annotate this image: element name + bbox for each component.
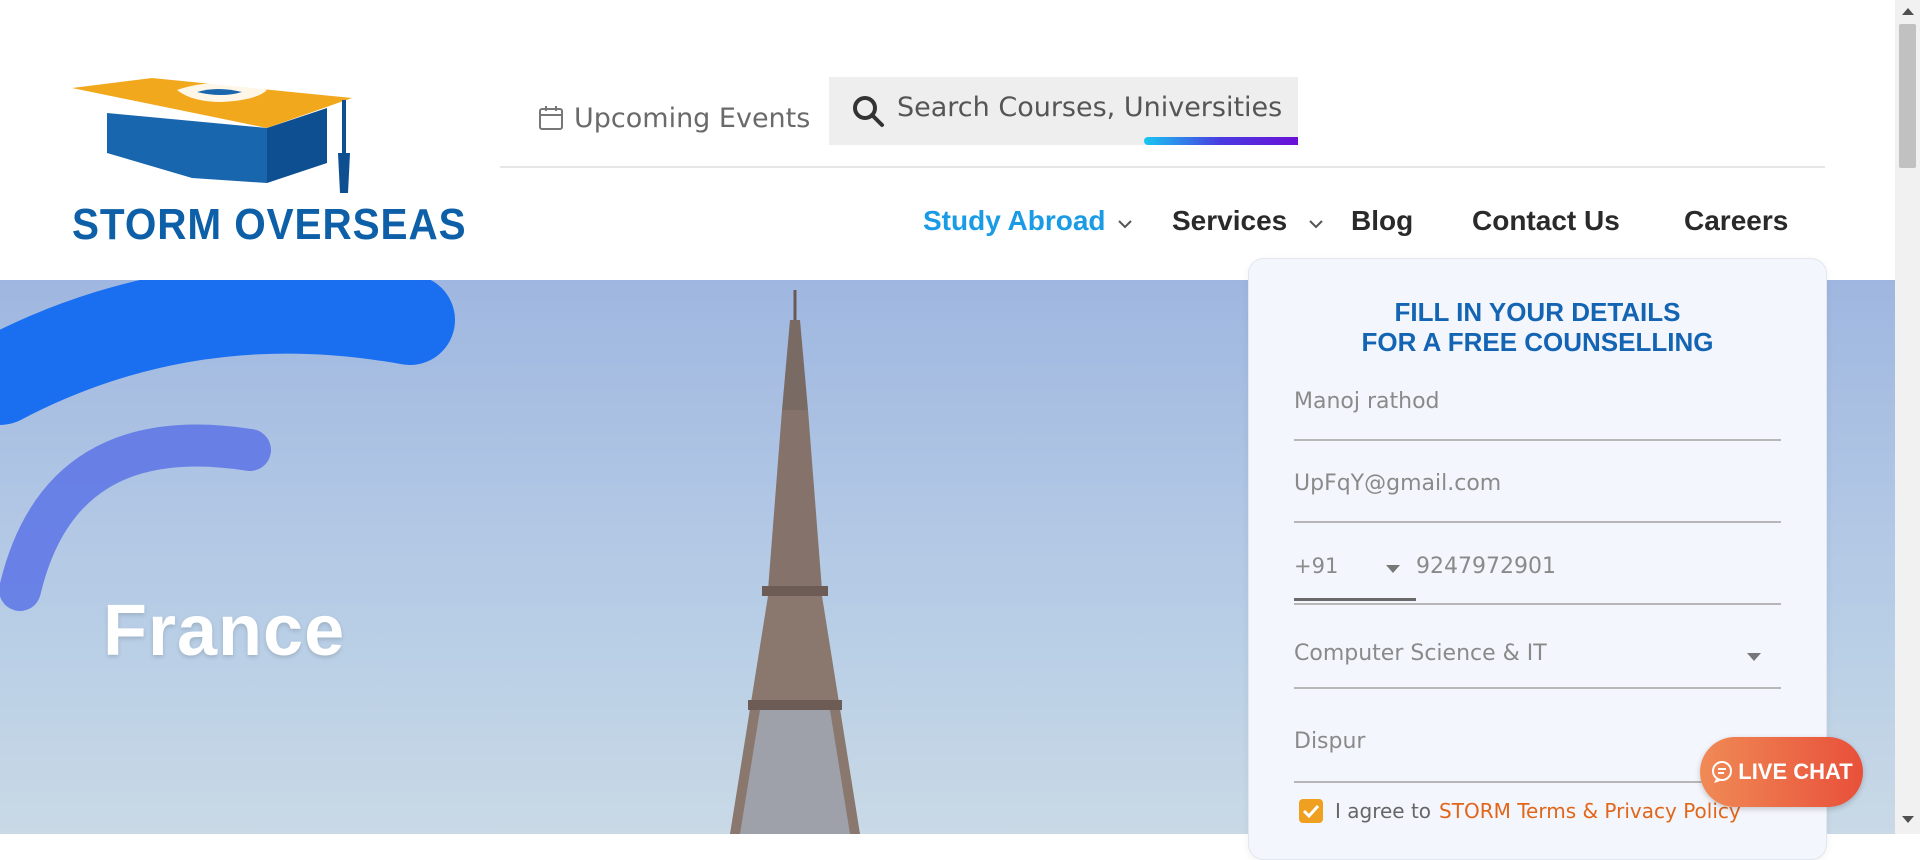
header-divider bbox=[500, 166, 1825, 168]
brand-name: STORM OVERSEAS bbox=[72, 200, 467, 249]
upcoming-events-label: Upcoming Events bbox=[574, 102, 811, 134]
search-icon bbox=[853, 96, 884, 127]
form-title: FILL IN YOUR DETAILS FOR A FREE COUNSELL… bbox=[1249, 297, 1826, 357]
nav-careers[interactable]: Careers bbox=[1684, 200, 1788, 242]
nav-blog[interactable]: Blog bbox=[1351, 200, 1413, 242]
nav-contact-us[interactable]: Contact Us bbox=[1472, 200, 1620, 242]
agree-text: I agree to bbox=[1335, 799, 1432, 823]
live-chat-button[interactable]: LIVE CHAT bbox=[1700, 737, 1863, 807]
page-scrollbar[interactable] bbox=[1895, 0, 1920, 834]
phone-code-value: +91 bbox=[1294, 554, 1339, 578]
phone-row: +91 9247972901 bbox=[1294, 541, 1781, 605]
search-underline bbox=[1144, 137, 1298, 145]
city-value: Dispur bbox=[1294, 729, 1366, 754]
nav-study-abroad-label: Study Abroad bbox=[923, 205, 1106, 236]
live-chat-label: LIVE CHAT bbox=[1738, 759, 1853, 784]
nav-services-label: Services bbox=[1172, 205, 1288, 236]
site-header: STORM OVERSEAS Upcoming Events Search Co… bbox=[0, 0, 1895, 280]
course-value: Computer Science & IT bbox=[1294, 641, 1547, 666]
agree-terms: I agree to STORM Terms & Privacy Policy bbox=[1299, 799, 1741, 823]
graduation-cap-icon bbox=[72, 78, 352, 193]
email-value: UpFqY@gmail.com bbox=[1294, 471, 1502, 496]
nav-careers-label: Careers bbox=[1684, 205, 1789, 236]
agree-checkbox[interactable] bbox=[1299, 799, 1323, 823]
dropdown-caret-icon bbox=[1386, 565, 1400, 573]
search-box[interactable]: Search Courses, Universities bbox=[829, 77, 1298, 145]
name-field[interactable]: Manoj rathod bbox=[1294, 379, 1781, 441]
search-input[interactable]: Search Courses, Universities bbox=[897, 92, 1282, 123]
form-title-line1: FILL IN YOUR DETAILS bbox=[1394, 297, 1681, 327]
course-select[interactable]: Computer Science & IT bbox=[1294, 627, 1781, 689]
scrollbar-thumb[interactable] bbox=[1899, 24, 1916, 168]
eiffel-tower-image bbox=[730, 290, 860, 834]
email-field[interactable]: UpFqY@gmail.com bbox=[1294, 459, 1781, 523]
chevron-down-icon bbox=[1309, 220, 1323, 229]
chevron-down-icon bbox=[1117, 220, 1132, 229]
nav-services[interactable]: Services bbox=[1172, 200, 1325, 242]
dropdown-caret-icon bbox=[1747, 653, 1761, 661]
upcoming-events-link[interactable]: Upcoming Events bbox=[538, 98, 810, 138]
name-value: Manoj rathod bbox=[1294, 389, 1440, 414]
phone-code-select[interactable]: +91 bbox=[1294, 551, 1416, 601]
decorative-arcs bbox=[0, 280, 455, 611]
scroll-down-arrow-icon[interactable] bbox=[1902, 816, 1914, 823]
phone-code-underline bbox=[1294, 598, 1416, 601]
storm-overseas-logo[interactable]: STORM OVERSEAS bbox=[72, 68, 467, 249]
terms-privacy-link[interactable]: STORM Terms & Privacy Policy bbox=[1439, 799, 1741, 823]
checkmark-icon bbox=[1302, 804, 1320, 819]
chat-bubble-icon bbox=[1712, 761, 1733, 783]
scroll-up-arrow-icon[interactable] bbox=[1902, 8, 1914, 15]
hero-title: France bbox=[103, 591, 346, 671]
calendar-icon bbox=[539, 106, 563, 130]
form-title-line2: FOR A FREE COUNSELLING bbox=[1361, 327, 1714, 357]
phone-input[interactable]: 9247972901 bbox=[1416, 554, 1556, 579]
nav-contact-us-label: Contact Us bbox=[1472, 205, 1620, 236]
nav-study-abroad[interactable]: Study Abroad bbox=[923, 200, 1134, 242]
nav-blog-label: Blog bbox=[1351, 205, 1414, 236]
